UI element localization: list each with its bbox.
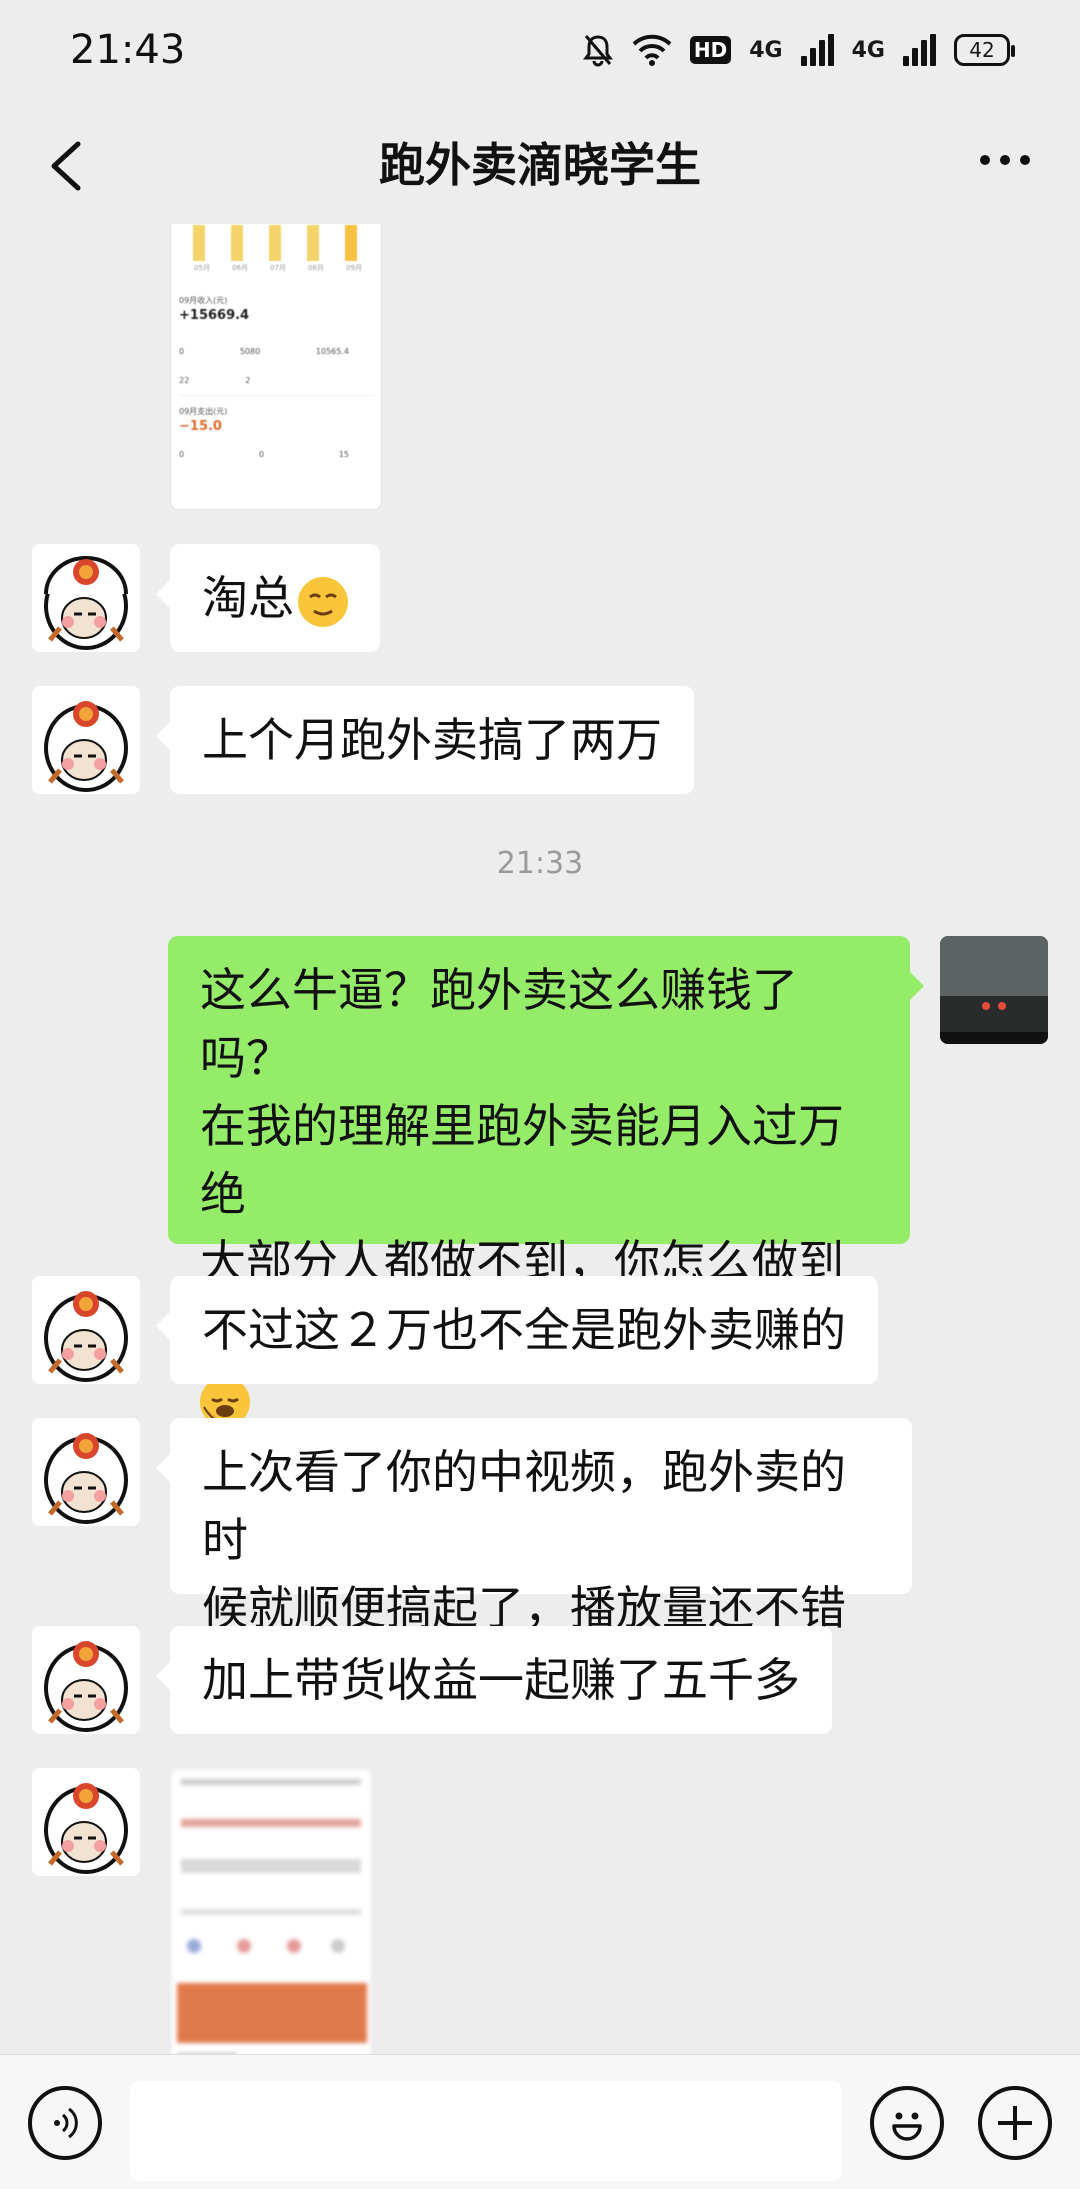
helmet-meme-avatar-icon: [32, 1768, 140, 1876]
expense-cell: 15: [338, 450, 349, 459]
smiley-icon: [892, 2112, 922, 2141]
message-text: 淘总: [202, 571, 294, 625]
bar-label: 06月: [232, 264, 248, 272]
input-bar: [0, 2054, 1080, 2189]
plus-icon: [998, 2106, 1032, 2140]
battery-icon: 42: [954, 34, 1015, 66]
network-4g-label-2: 4G: [851, 37, 885, 63]
income-cell: 10565.4: [315, 347, 349, 356]
message-list[interactable]: 05月 06月 07月 08月 09月 09月收入(元) +15669.4 0 …: [0, 224, 1080, 2054]
status-icons: HD 4G 4G 42: [582, 33, 1015, 67]
message-input[interactable]: [130, 2081, 842, 2181]
signal-icon-2: [903, 34, 936, 66]
income-value: +15669.4: [179, 308, 250, 323]
message-bubble[interactable]: 淘总: [156, 544, 380, 652]
more-options-button[interactable]: [980, 140, 1030, 180]
bar-label: 08月: [308, 264, 324, 272]
message-text: 不过这２万也不全是跑外卖赚的: [202, 1303, 846, 1357]
income-cell: 2: [245, 376, 251, 385]
blurred-screenshot-image[interactable]: [170, 1768, 372, 2054]
network-4g-label-1: 4G: [749, 37, 783, 63]
status-bar: 21:43 HD 4G 4G 42: [0, 0, 1080, 100]
more-actions-button[interactable]: [978, 2086, 1052, 2160]
income-cell: 22: [179, 376, 190, 385]
mute-bell-icon: [582, 35, 613, 67]
bar-label: 05月: [194, 264, 210, 272]
wifi-icon: [632, 34, 672, 66]
expense-label: 09月支出(元): [179, 407, 228, 416]
helmet-meme-avatar-icon: [32, 1418, 140, 1526]
back-button[interactable]: [36, 136, 96, 196]
chat-title: 跑外卖滴晓学生: [379, 138, 701, 192]
message-line: 这么牛逼？跑外卖这么赚钱了吗？: [200, 963, 798, 1085]
contact-avatar[interactable]: [32, 1768, 140, 1876]
my-avatar[interactable]: [940, 936, 1048, 1044]
signal-icon-1: [800, 34, 834, 66]
contact-avatar[interactable]: [32, 544, 140, 652]
emoji-button[interactable]: [870, 2086, 944, 2160]
bar-label: 09月: [346, 264, 362, 272]
message-timestamp: 21:33: [496, 846, 584, 881]
expense-cell: 0: [179, 450, 185, 459]
expense-value: −15.0: [179, 419, 222, 434]
chevron-left-icon: [51, 141, 81, 191]
voice-icon: [54, 2107, 78, 2139]
expense-cell: 0: [258, 450, 264, 459]
message-text: 加上带货收益一起赚了五千多: [202, 1653, 800, 1707]
message-bubble[interactable]: 加上带货收益一起赚了五千多: [156, 1626, 832, 1734]
contact-avatar[interactable]: [32, 686, 140, 794]
income-screenshot-image[interactable]: 05月 06月 07月 08月 09月 09月收入(元) +15669.4 0 …: [170, 224, 382, 510]
helmet-meme-avatar-icon: [32, 544, 140, 652]
contact-avatar[interactable]: [32, 1626, 140, 1734]
income-cell: 5080: [239, 347, 261, 356]
helmet-meme-avatar-icon: [32, 1626, 140, 1734]
status-time: 21:43: [70, 27, 186, 73]
message-bubble[interactable]: 上个月跑外卖搞了两万: [156, 686, 694, 794]
chat-header: 跑外卖滴晓学生: [0, 100, 1080, 224]
message-bubble[interactable]: 不过这２万也不全是跑外卖赚的: [156, 1276, 878, 1384]
income-label: 09月收入(元): [179, 296, 228, 305]
sly-smile-emoji-icon: [298, 576, 348, 627]
hd-badge: HD: [689, 36, 732, 64]
battery-level: 42: [969, 38, 995, 62]
helmet-meme-avatar-icon: [32, 1276, 140, 1384]
helmet-meme-avatar-icon: [32, 686, 140, 794]
message-text: 上个月跑外卖搞了两万: [202, 713, 662, 767]
bar-chart: 05月 06月 07月 08月 09月: [183, 225, 373, 275]
bar-label: 07月: [270, 264, 286, 272]
message-line: 上次看了你的中视频，跑外卖的时: [202, 1445, 846, 1567]
message-bubble[interactable]: 上次看了你的中视频，跑外卖的时 候就顺便搞起了，播放量还不错: [156, 1418, 912, 1635]
voice-button[interactable]: [28, 2086, 102, 2160]
contact-avatar[interactable]: [32, 1276, 140, 1384]
income-cell: 0: [179, 347, 185, 356]
message-line: 在我的理解里跑外卖能月入过万绝: [200, 1099, 844, 1221]
contact-avatar[interactable]: [32, 1418, 140, 1526]
my-message-bubble[interactable]: 这么牛逼？跑外卖这么赚钱了吗？ 在我的理解里跑外卖能月入过万绝 大部分人都做不到…: [168, 936, 924, 1427]
night-road-avatar-icon: [940, 936, 1048, 1044]
